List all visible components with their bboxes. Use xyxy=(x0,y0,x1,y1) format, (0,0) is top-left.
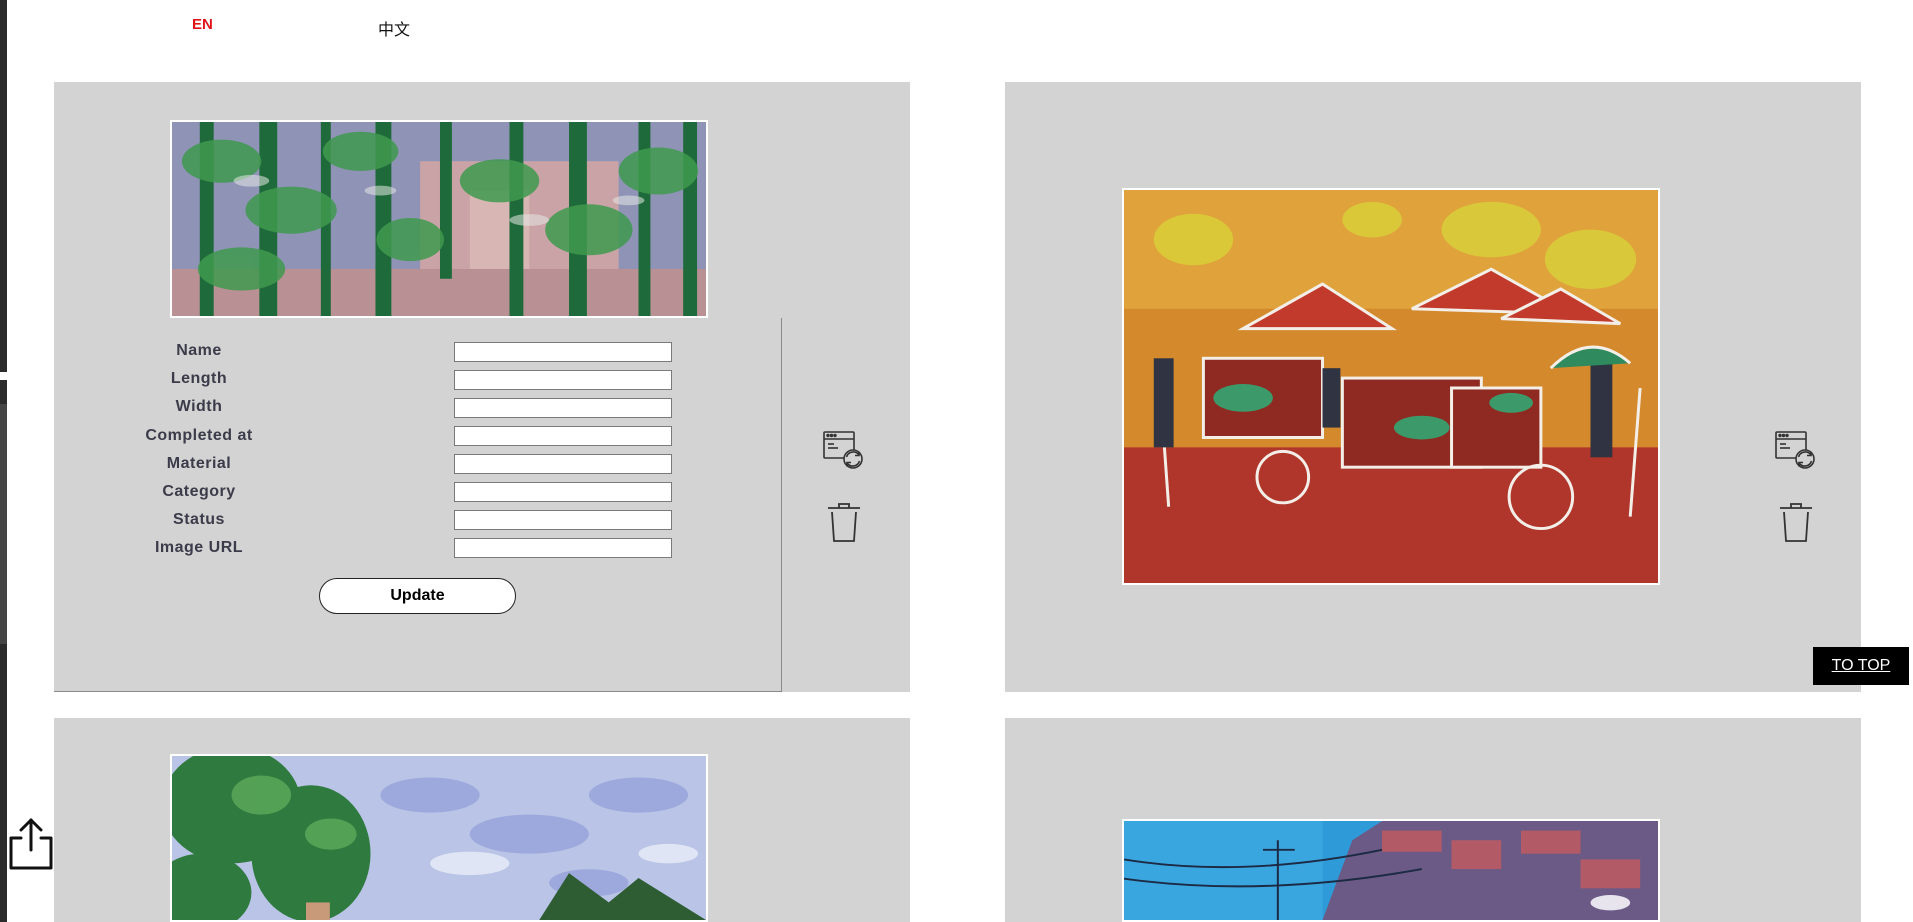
completed-at-input[interactable] xyxy=(454,426,672,446)
artwork-image-4 xyxy=(1122,819,1660,922)
artwork-image-1 xyxy=(170,120,708,318)
trash-icon[interactable] xyxy=(822,500,866,544)
width-input[interactable] xyxy=(454,398,672,418)
field-label-name: Name xyxy=(176,342,222,359)
language-en-link[interactable]: EN xyxy=(192,16,213,33)
field-label-image-url: Image URL xyxy=(154,539,244,556)
update-button[interactable]: Update xyxy=(319,578,516,614)
left-edge-bar xyxy=(0,404,7,644)
trash-icon[interactable] xyxy=(1774,500,1818,544)
field-label-category: Category xyxy=(162,483,236,500)
category-input[interactable] xyxy=(454,482,672,502)
field-label-material: Material xyxy=(166,455,232,472)
artwork-image-2 xyxy=(1122,188,1660,585)
name-input[interactable] xyxy=(454,342,672,362)
left-edge-notch xyxy=(0,372,7,380)
field-label-length: Length xyxy=(170,370,228,387)
status-input[interactable] xyxy=(454,510,672,530)
field-label-completed-at: Completed at xyxy=(145,427,253,444)
share-upload-icon[interactable] xyxy=(5,816,57,872)
length-input[interactable] xyxy=(454,370,672,390)
window-refresh-icon[interactable] xyxy=(822,428,866,472)
window-refresh-icon[interactable] xyxy=(1774,428,1818,472)
to-top-button[interactable]: TO TOP xyxy=(1813,647,1909,685)
material-input[interactable] xyxy=(454,454,672,474)
artwork-image-3 xyxy=(170,754,708,922)
left-edge-strip xyxy=(0,0,7,922)
field-label-status: Status xyxy=(173,511,225,528)
field-label-width: Width xyxy=(175,398,223,415)
language-zh-link[interactable]: 中文 xyxy=(378,16,410,40)
image-url-input[interactable] xyxy=(454,538,672,558)
